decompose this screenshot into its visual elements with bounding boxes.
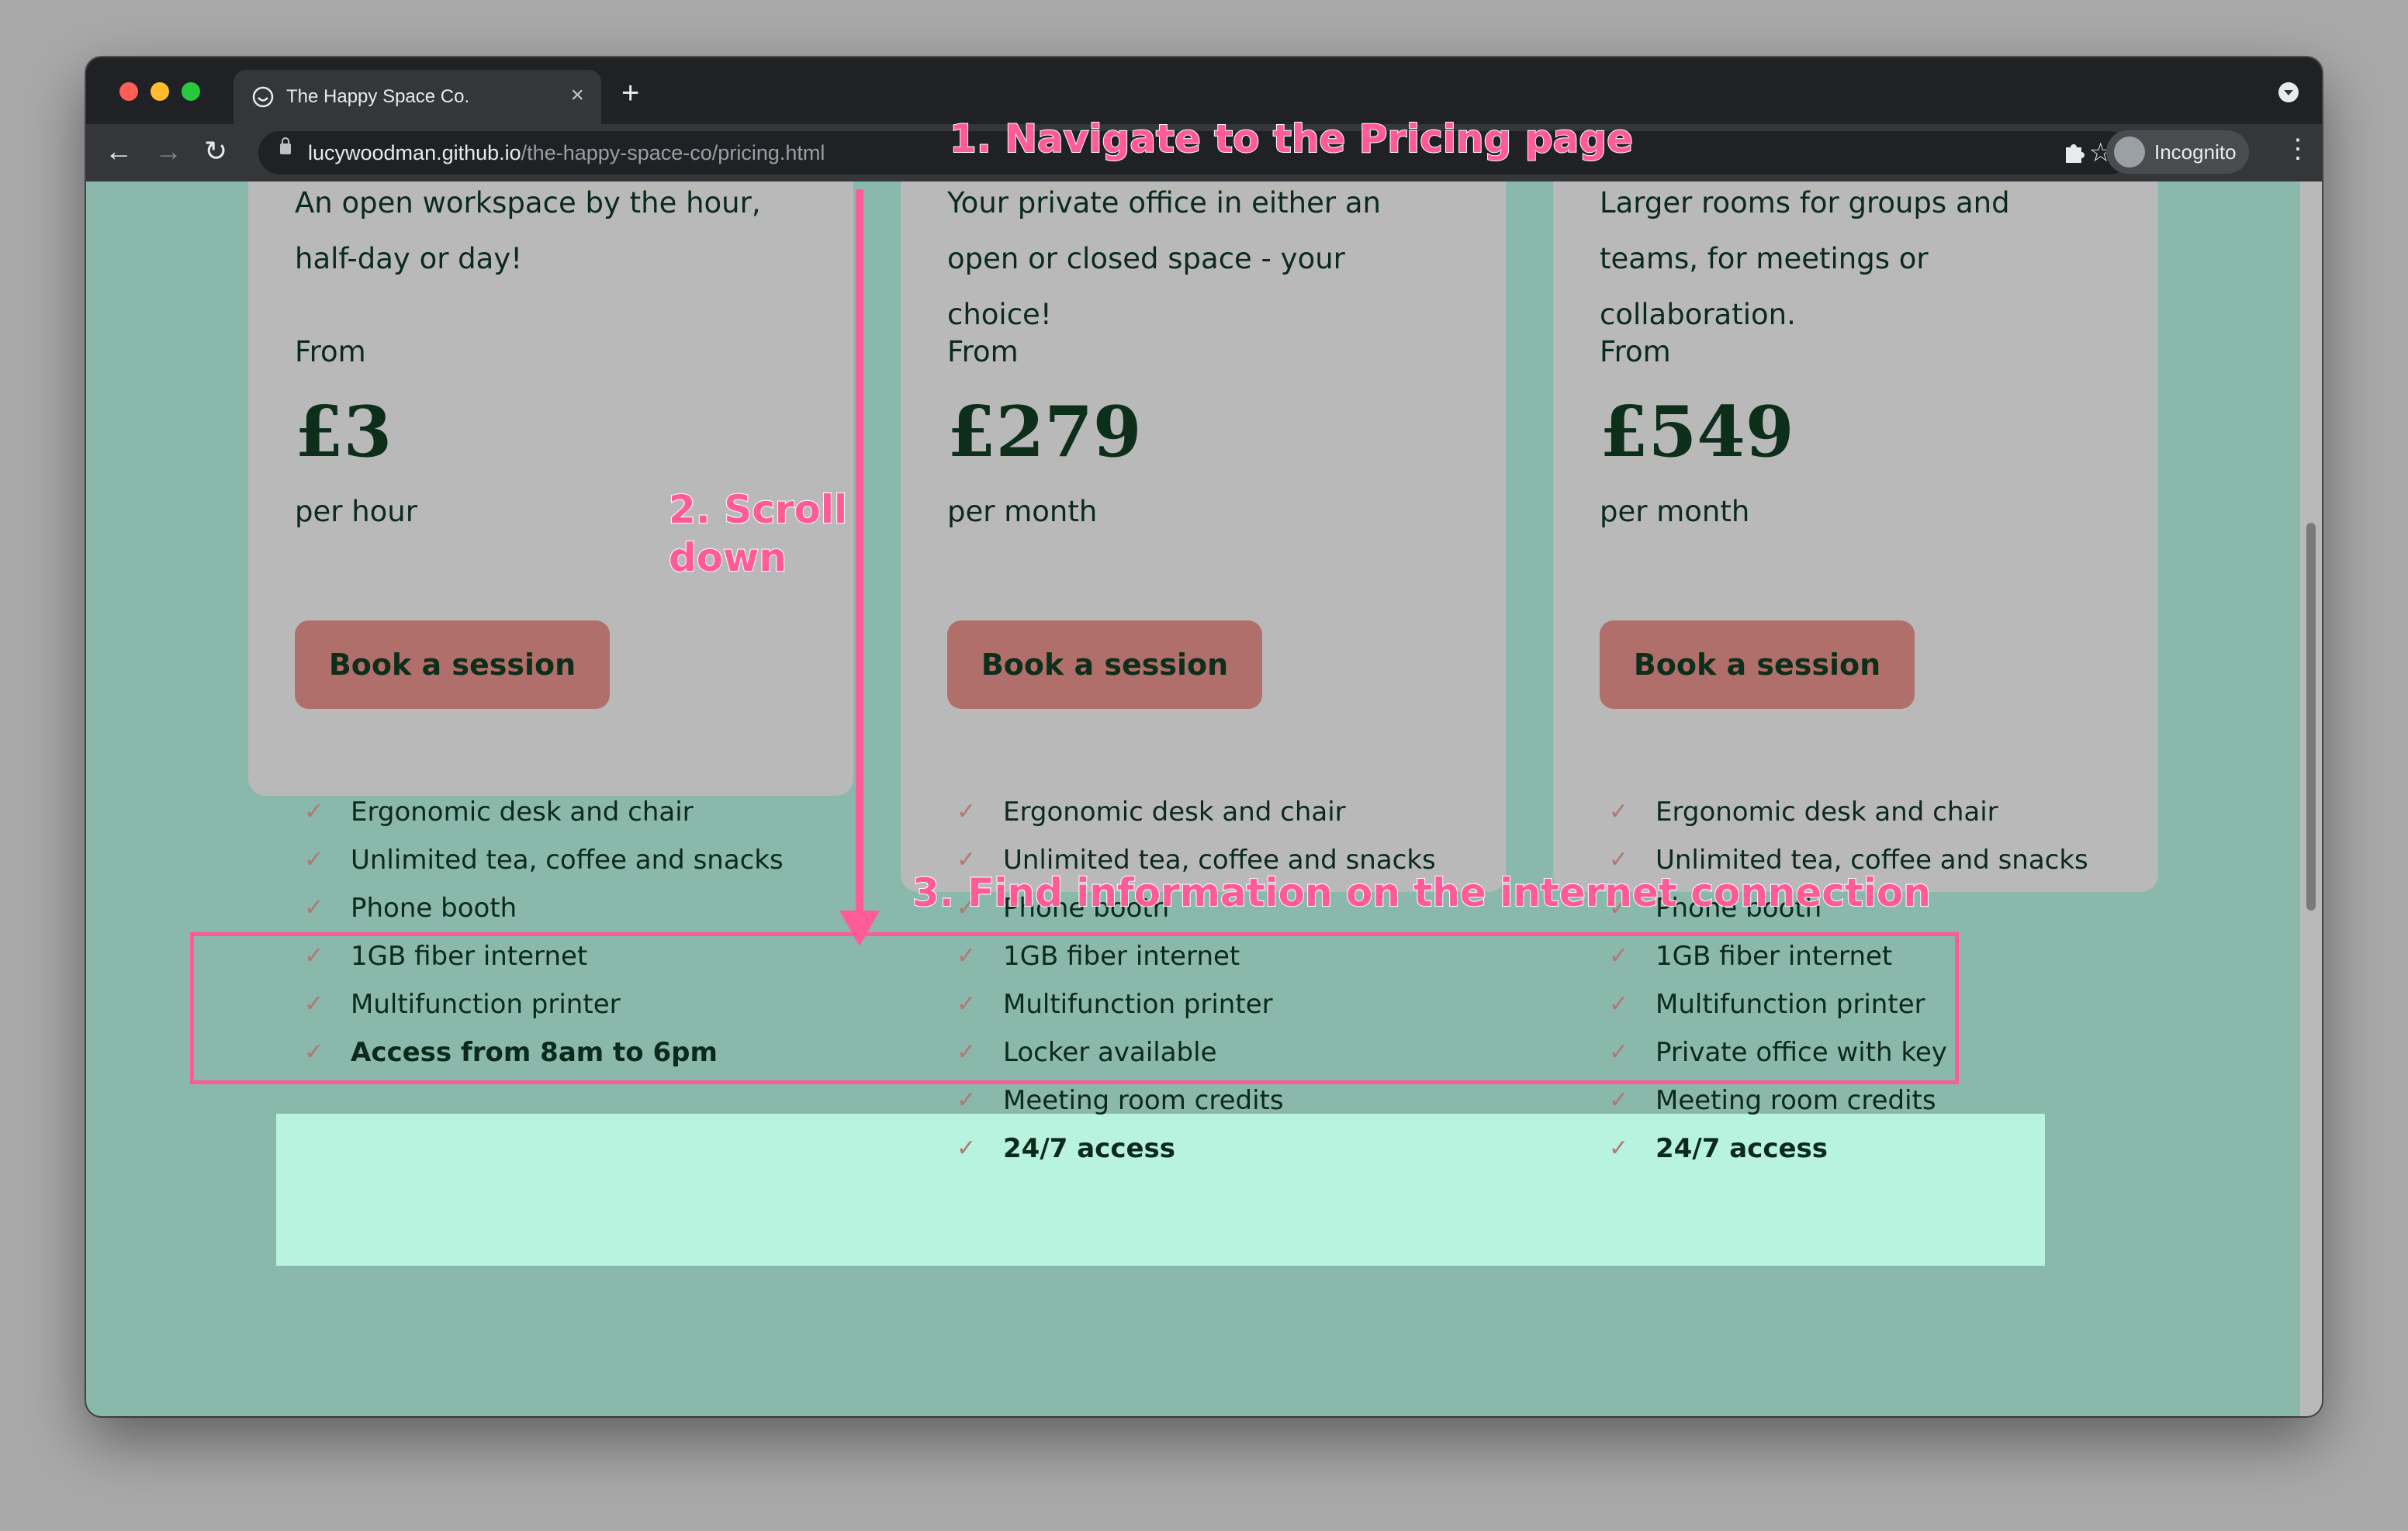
url-text: lucywoodman.github.io/the-happy-space-co… xyxy=(308,141,825,165)
feature-item: ✓ Ergonomic desk and chair xyxy=(1609,788,2088,836)
card-period: per month xyxy=(947,495,1098,528)
url-domain: lucywoodman.github.io xyxy=(308,141,521,164)
feature-item: ✓ Meeting room credits xyxy=(957,1077,1436,1125)
card-price: £3 xyxy=(295,391,393,473)
feature-item: ✓ Private office with key xyxy=(1609,1028,2088,1077)
check-icon: ✓ xyxy=(304,990,324,1018)
tab-happy-space[interactable]: The Happy Space Co. × xyxy=(234,70,601,124)
lock-icon xyxy=(280,137,291,154)
incognito-icon xyxy=(2114,137,2145,168)
tab-bar: The Happy Space Co. × + xyxy=(86,57,2322,124)
check-icon: ✓ xyxy=(957,1135,977,1162)
close-window-button[interactable] xyxy=(119,82,138,101)
card-description: Your private office in either an open or… xyxy=(947,186,1381,331)
tab-title: The Happy Space Co. xyxy=(286,86,470,107)
incognito-label: Incognito xyxy=(2154,140,2237,164)
feature-item: ✓ 24/7 access xyxy=(1609,1125,2088,1173)
scroll-arrow-line xyxy=(856,189,863,918)
card-description: An open workspace by the hour, half-day … xyxy=(295,186,761,275)
check-icon: ✓ xyxy=(957,1087,977,1114)
scroll-arrow-head-icon xyxy=(839,911,880,946)
feature-item: ✓ Meeting room credits xyxy=(1609,1077,2088,1125)
check-icon: ✓ xyxy=(1609,798,1629,825)
incognito-badge[interactable]: Incognito xyxy=(2106,130,2249,174)
card-period: per hour xyxy=(295,495,417,528)
feature-item: ✓ Multifunction printer xyxy=(1609,980,2088,1028)
feature-item: ✓ 1GB fiber internet xyxy=(957,932,1436,980)
check-icon: ✓ xyxy=(304,1039,324,1066)
card-description: Larger rooms for groups and teams, for m… xyxy=(1600,186,2010,331)
card-from-label: From xyxy=(1600,335,1671,368)
feature-item: ✓ Phone booth xyxy=(304,884,784,932)
scrollbar-thumb[interactable] xyxy=(2306,523,2316,911)
check-icon: ✓ xyxy=(304,942,324,969)
card-price: £549 xyxy=(1600,391,1794,473)
feature-item: ✓ 1GB fiber internet xyxy=(1609,932,2088,980)
scrollbar[interactable] xyxy=(2300,181,2322,1416)
feature-item: ✓ Access from 8am to 6pm xyxy=(304,1028,784,1077)
tab-close-icon[interactable]: × xyxy=(570,82,584,109)
check-icon: ✓ xyxy=(1609,1135,1629,1162)
check-icon: ✓ xyxy=(304,798,324,825)
tab-search-dropdown-icon[interactable] xyxy=(2278,82,2299,102)
check-icon: ✓ xyxy=(957,942,977,969)
feature-item: ✓ 24/7 access xyxy=(957,1125,1436,1173)
maximize-window-button[interactable] xyxy=(182,82,200,101)
page-viewport[interactable]: An open workspace by the hour, half-day … xyxy=(86,181,2322,1416)
card-price: £279 xyxy=(947,391,1142,473)
feature-list: ✓ Ergonomic desk and chair ✓ Unlimited tea… xyxy=(304,788,784,1077)
pricing-card-meeting-rooms: Larger rooms for groups and teams, for m… xyxy=(1553,181,2158,1164)
smiley-favicon-icon xyxy=(252,86,274,108)
check-icon: ✓ xyxy=(304,846,324,873)
annotation-step-2: 2. Scroll down xyxy=(668,486,848,581)
reload-button[interactable]: ↻ xyxy=(204,135,227,168)
check-icon: ✓ xyxy=(304,894,324,921)
book-session-button[interactable]: Book a session xyxy=(1600,620,1915,709)
annotation-step-3: 3. Find information on the internet conn… xyxy=(912,869,1932,916)
browser-menu-icon[interactable]: ⋮ xyxy=(2285,133,2311,164)
feature-item: ✓ Ergonomic desk and chair xyxy=(304,788,784,836)
back-button[interactable]: ← xyxy=(105,135,133,168)
check-icon: ✓ xyxy=(1609,990,1629,1018)
annotation-step-1: 1. Navigate to the Pricing page xyxy=(949,116,1634,162)
feature-item: ✓ Ergonomic desk and chair xyxy=(957,788,1436,836)
feature-list: ✓ Ergonomic desk and chair ✓ Unlimited tea… xyxy=(957,788,1436,1173)
card-from-label: From xyxy=(947,335,1019,368)
check-icon: ✓ xyxy=(957,798,977,825)
card-period: per month xyxy=(1600,495,1750,528)
book-session-button[interactable]: Book a session xyxy=(947,620,1262,709)
check-icon: ✓ xyxy=(1609,1087,1629,1114)
check-icon: ✓ xyxy=(1609,1039,1629,1066)
url-path: /the-happy-space-co/pricing.html xyxy=(521,141,825,164)
forward-button[interactable]: → xyxy=(154,135,182,168)
feature-list: ✓ Ergonomic desk and chair ✓ Unlimited tea… xyxy=(1609,788,2088,1173)
feature-item: ✓ Unlimited tea, coffee and snacks xyxy=(304,836,784,884)
book-session-button[interactable]: Book a session xyxy=(295,620,610,709)
check-icon: ✓ xyxy=(1609,942,1629,969)
extensions-puzzle-icon[interactable] xyxy=(2061,138,2088,164)
feature-item: ✓ Multifunction printer xyxy=(957,980,1436,1028)
card-from-label: From xyxy=(295,335,366,368)
check-icon: ✓ xyxy=(957,1039,977,1066)
check-icon: ✓ xyxy=(957,990,977,1018)
browser-window: The Happy Space Co. × + ← → ↻ lucywoodma… xyxy=(86,57,2322,1416)
minimize-window-button[interactable] xyxy=(150,82,169,101)
feature-item: ✓ 1GB fiber internet xyxy=(304,932,784,980)
feature-item: ✓ Locker available xyxy=(957,1028,1436,1077)
feature-item: ✓ Multifunction printer xyxy=(304,980,784,1028)
pricing-card-private-office: Your private office in either an open or… xyxy=(901,181,1506,1164)
new-tab-button[interactable]: + xyxy=(621,76,639,111)
